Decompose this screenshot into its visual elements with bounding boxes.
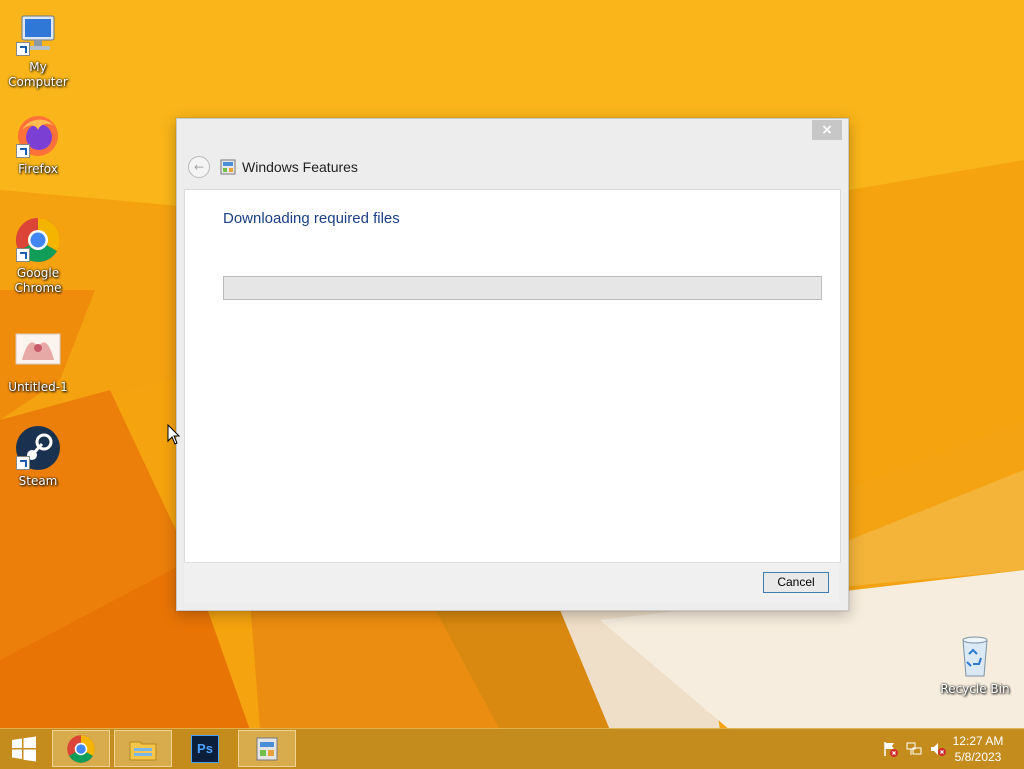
desktop-icon-firefox[interactable]: Firefox xyxy=(0,112,76,177)
recycle-bin-icon xyxy=(962,636,988,677)
clock-date: 5/8/2023 xyxy=(954,750,1002,764)
file-explorer-icon xyxy=(129,741,157,760)
mouse-cursor-icon xyxy=(167,424,181,445)
desktop-icon-my-computer[interactable]: My Computer xyxy=(0,10,76,90)
taskbar-clock[interactable]: 12:27 AM 5/8/2023 xyxy=(948,733,1008,765)
start-button[interactable] xyxy=(0,729,48,769)
action-center-flag-icon[interactable] xyxy=(882,741,898,757)
volume-muted-icon[interactable] xyxy=(930,741,946,757)
desktop-icon-recycle-bin[interactable]: Recycle Bin xyxy=(937,632,1013,697)
taskbar: Ps 12:27 AM 5/8/2023 xyxy=(0,728,1024,769)
dialog-content: Downloading required files xyxy=(184,189,841,563)
taskbar-item-chrome[interactable] xyxy=(52,730,110,767)
photoshop-icon: Ps xyxy=(191,734,219,763)
desktop-icon-steam[interactable]: Steam xyxy=(0,424,76,489)
windows-features-icon xyxy=(220,159,236,175)
windows-features-dialog: × ← Windows Features Downloading require… xyxy=(176,118,849,611)
network-icon[interactable] xyxy=(906,741,922,757)
desktop-icon-google-chrome[interactable]: Google Chrome xyxy=(0,216,76,296)
shortcut-arrow-icon xyxy=(16,144,30,158)
cancel-button[interactable]: Cancel xyxy=(763,572,829,593)
taskbar-item-file-explorer[interactable] xyxy=(114,730,172,767)
desktop-icon-label: Recycle Bin xyxy=(940,682,1010,696)
desktop-icon-label: Steam xyxy=(18,474,58,488)
chrome-icon xyxy=(67,734,95,763)
dialog-title-bar: ← Windows Features xyxy=(188,156,358,178)
shortcut-arrow-icon xyxy=(16,248,30,262)
taskbar-item-windows-features[interactable] xyxy=(238,730,296,767)
system-tray xyxy=(882,741,946,757)
back-button[interactable]: ← xyxy=(188,156,210,178)
windows-features-icon xyxy=(256,737,278,760)
desktop-icon-label: Untitled-1 xyxy=(8,380,68,394)
desktop-icon-label: Firefox xyxy=(18,162,58,176)
back-arrow-icon: ← xyxy=(193,160,205,174)
dialog-title: Windows Features xyxy=(242,159,358,175)
clock-time: 12:27 AM xyxy=(952,734,1004,748)
windows-logo-icon xyxy=(12,736,36,762)
close-button[interactable]: × xyxy=(812,120,842,140)
shortcut-arrow-icon xyxy=(16,42,30,56)
status-heading: Downloading required files xyxy=(223,210,400,227)
download-progress-bar xyxy=(223,276,822,300)
desktop-icon-label: My Computer xyxy=(8,60,68,89)
image-file-thumbnail-icon xyxy=(15,333,61,365)
dialog-footer: Cancel xyxy=(184,562,839,603)
desktop-icon-untitled-1[interactable]: Untitled-1 xyxy=(0,330,76,395)
desktop-icon-label: Google Chrome xyxy=(14,266,62,295)
taskbar-item-photoshop[interactable]: Ps xyxy=(176,730,234,767)
shortcut-arrow-icon xyxy=(16,456,30,470)
